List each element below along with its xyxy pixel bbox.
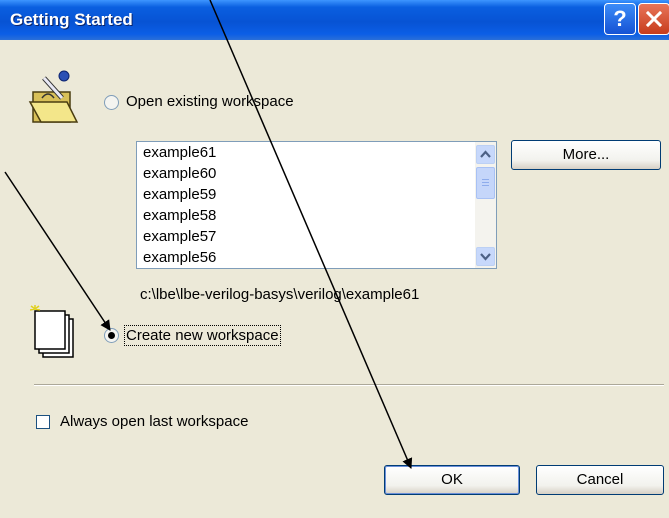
arrow-to-ok <box>209 0 413 469</box>
getting-started-dialog: Getting Started ? Open existing workspac… <box>0 0 669 518</box>
annotation-arrows <box>4 0 413 469</box>
arrow-to-create-radio <box>4 171 111 331</box>
